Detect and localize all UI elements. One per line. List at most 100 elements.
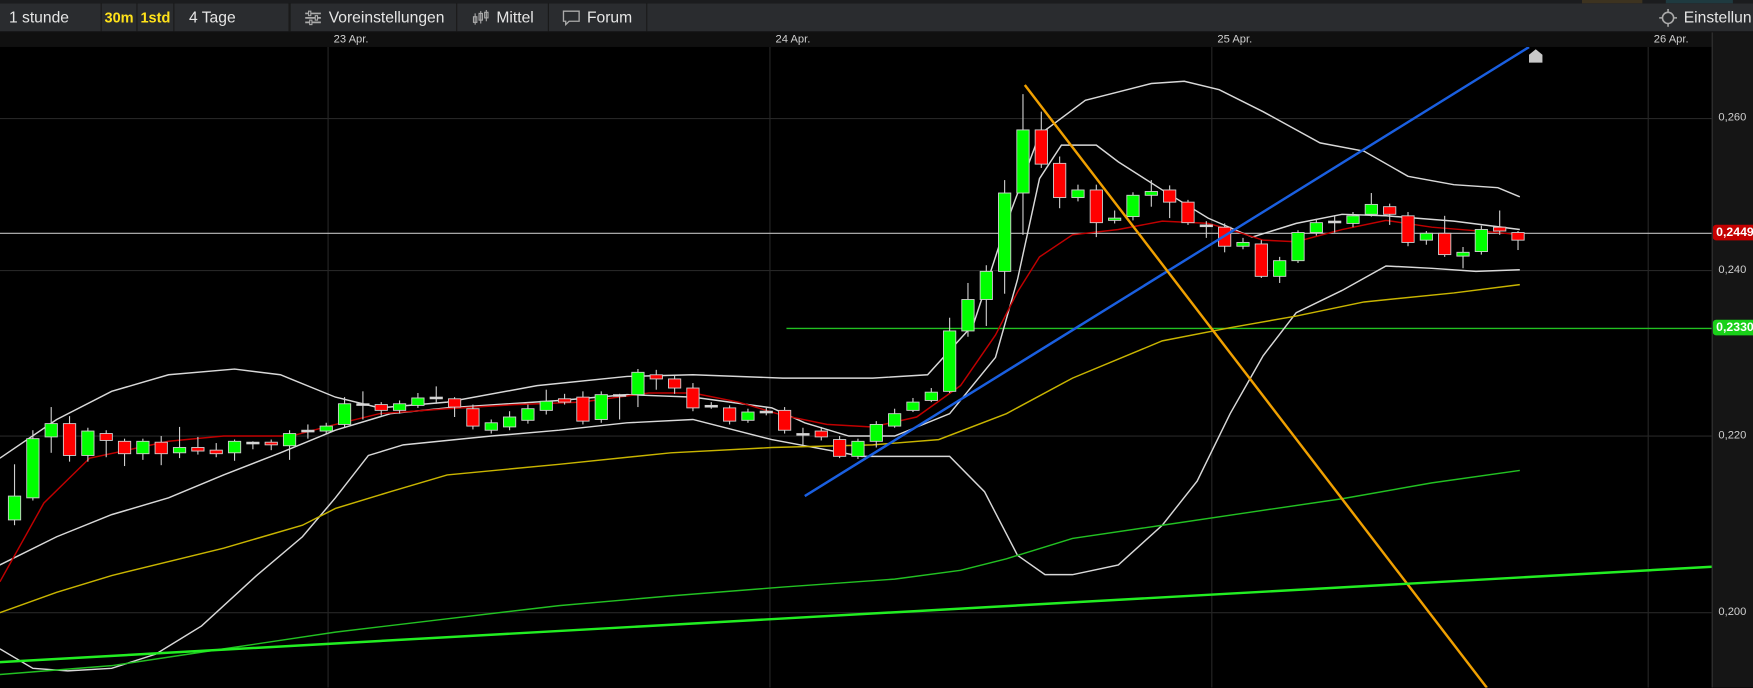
candle[interactable] bbox=[1419, 231, 1433, 245]
settings-button[interactable]: Einstellun bbox=[1652, 3, 1753, 31]
candle[interactable] bbox=[62, 416, 77, 462]
candle-body-up bbox=[1016, 129, 1030, 194]
candle-body-up bbox=[631, 371, 645, 396]
candle[interactable] bbox=[1254, 240, 1268, 279]
gear-icon bbox=[1659, 9, 1678, 28]
candle[interactable] bbox=[1438, 215, 1452, 257]
candle[interactable] bbox=[154, 436, 168, 466]
candle[interactable] bbox=[888, 408, 902, 428]
candle[interactable] bbox=[356, 391, 370, 420]
candle[interactable] bbox=[631, 369, 645, 408]
candle[interactable] bbox=[1053, 156, 1067, 209]
candle-body-up bbox=[1236, 241, 1250, 247]
candle[interactable] bbox=[1364, 193, 1378, 217]
candle[interactable] bbox=[1034, 111, 1048, 168]
candle-body-down bbox=[191, 447, 205, 452]
candle[interactable] bbox=[833, 436, 847, 459]
presets-button[interactable]: Voreinstellungen bbox=[289, 3, 458, 32]
date-label: 24 Apr. bbox=[775, 33, 811, 46]
candle[interactable] bbox=[998, 180, 1012, 294]
candle-body-up bbox=[246, 441, 260, 445]
candle-body-up bbox=[906, 401, 920, 411]
interval-1std-button[interactable]: 1std bbox=[138, 3, 175, 32]
candle[interactable] bbox=[1401, 212, 1415, 247]
candle-body-down bbox=[833, 439, 847, 457]
candle[interactable] bbox=[594, 391, 608, 423]
candle-body-up bbox=[851, 440, 865, 457]
candle[interactable] bbox=[7, 464, 22, 526]
candle[interactable] bbox=[1291, 230, 1305, 263]
level-price-badge: 0,2330 bbox=[1712, 319, 1753, 336]
candle[interactable] bbox=[246, 441, 260, 450]
forum-button[interactable]: Forum bbox=[549, 3, 648, 32]
candle[interactable] bbox=[466, 404, 480, 430]
price-axis[interactable]: 0,260 0,240 0,220 0,200 0,2449 0,2330 bbox=[1711, 32, 1753, 688]
candle[interactable] bbox=[337, 397, 352, 428]
interval-30m-button[interactable]: 30m bbox=[102, 3, 138, 32]
candle[interactable] bbox=[1071, 184, 1085, 202]
candle[interactable] bbox=[979, 265, 993, 326]
candle[interactable] bbox=[1456, 246, 1470, 269]
candle-body-up bbox=[44, 423, 58, 438]
candle[interactable] bbox=[264, 439, 278, 451]
candle[interactable] bbox=[117, 438, 132, 467]
candle[interactable] bbox=[447, 397, 462, 417]
candle-body-down bbox=[576, 396, 590, 422]
candle[interactable] bbox=[778, 407, 792, 434]
candle[interactable] bbox=[686, 383, 700, 412]
candle[interactable] bbox=[502, 411, 517, 431]
candle[interactable] bbox=[906, 397, 920, 413]
candle[interactable] bbox=[1089, 184, 1103, 238]
candle[interactable] bbox=[1181, 199, 1195, 225]
candle[interactable] bbox=[924, 388, 938, 403]
date-label: 25 Apr. bbox=[1217, 33, 1253, 46]
candle-body-down bbox=[466, 408, 480, 427]
candle[interactable] bbox=[1493, 210, 1507, 235]
candle[interactable] bbox=[484, 419, 498, 434]
candle[interactable] bbox=[961, 282, 975, 337]
candle[interactable] bbox=[81, 427, 95, 462]
candle[interactable] bbox=[539, 389, 553, 415]
candle[interactable] bbox=[227, 439, 242, 461]
candle[interactable] bbox=[704, 402, 718, 409]
candle[interactable] bbox=[1016, 94, 1030, 235]
candle[interactable] bbox=[282, 430, 297, 460]
price-tick-label: 0,220 bbox=[1718, 429, 1747, 442]
candle[interactable] bbox=[136, 438, 150, 460]
candle[interactable] bbox=[429, 386, 443, 404]
candle[interactable] bbox=[649, 369, 663, 390]
candle[interactable] bbox=[1511, 231, 1525, 251]
candle[interactable] bbox=[851, 438, 865, 459]
candle[interactable] bbox=[521, 404, 535, 424]
candle-body-down bbox=[1401, 215, 1415, 243]
candle[interactable] bbox=[411, 392, 425, 408]
candle[interactable] bbox=[576, 391, 590, 425]
interval-selector[interactable]: 1 stunde bbox=[0, 3, 102, 32]
candle[interactable] bbox=[723, 405, 737, 425]
range-selector[interactable]: 4 Tage bbox=[174, 3, 290, 32]
candle[interactable] bbox=[209, 443, 223, 458]
candle[interactable] bbox=[172, 426, 187, 459]
candle-body-up bbox=[356, 403, 370, 406]
candle[interactable] bbox=[26, 430, 40, 501]
candle-body-down bbox=[1511, 232, 1525, 241]
candle[interactable] bbox=[1144, 180, 1158, 207]
candle[interactable] bbox=[1236, 237, 1250, 250]
candle[interactable] bbox=[1126, 192, 1140, 221]
candle-body-up bbox=[521, 408, 535, 421]
price-chart[interactable] bbox=[0, 46, 1712, 688]
candle[interactable] bbox=[1108, 210, 1122, 224]
candle-body-down bbox=[668, 378, 682, 389]
chart-type-button[interactable]: Mittel bbox=[457, 3, 549, 32]
candle-body-down bbox=[649, 374, 663, 380]
candle[interactable] bbox=[44, 407, 58, 453]
candle-body-down bbox=[447, 398, 462, 408]
candle-body-up bbox=[1291, 232, 1305, 262]
candle-body-up bbox=[1199, 224, 1213, 228]
candle-body-down bbox=[778, 409, 792, 431]
candle[interactable] bbox=[741, 408, 755, 423]
candle[interactable] bbox=[668, 375, 682, 394]
candle[interactable] bbox=[1273, 256, 1287, 283]
candle[interactable] bbox=[1163, 185, 1177, 219]
candle[interactable] bbox=[1474, 225, 1488, 255]
